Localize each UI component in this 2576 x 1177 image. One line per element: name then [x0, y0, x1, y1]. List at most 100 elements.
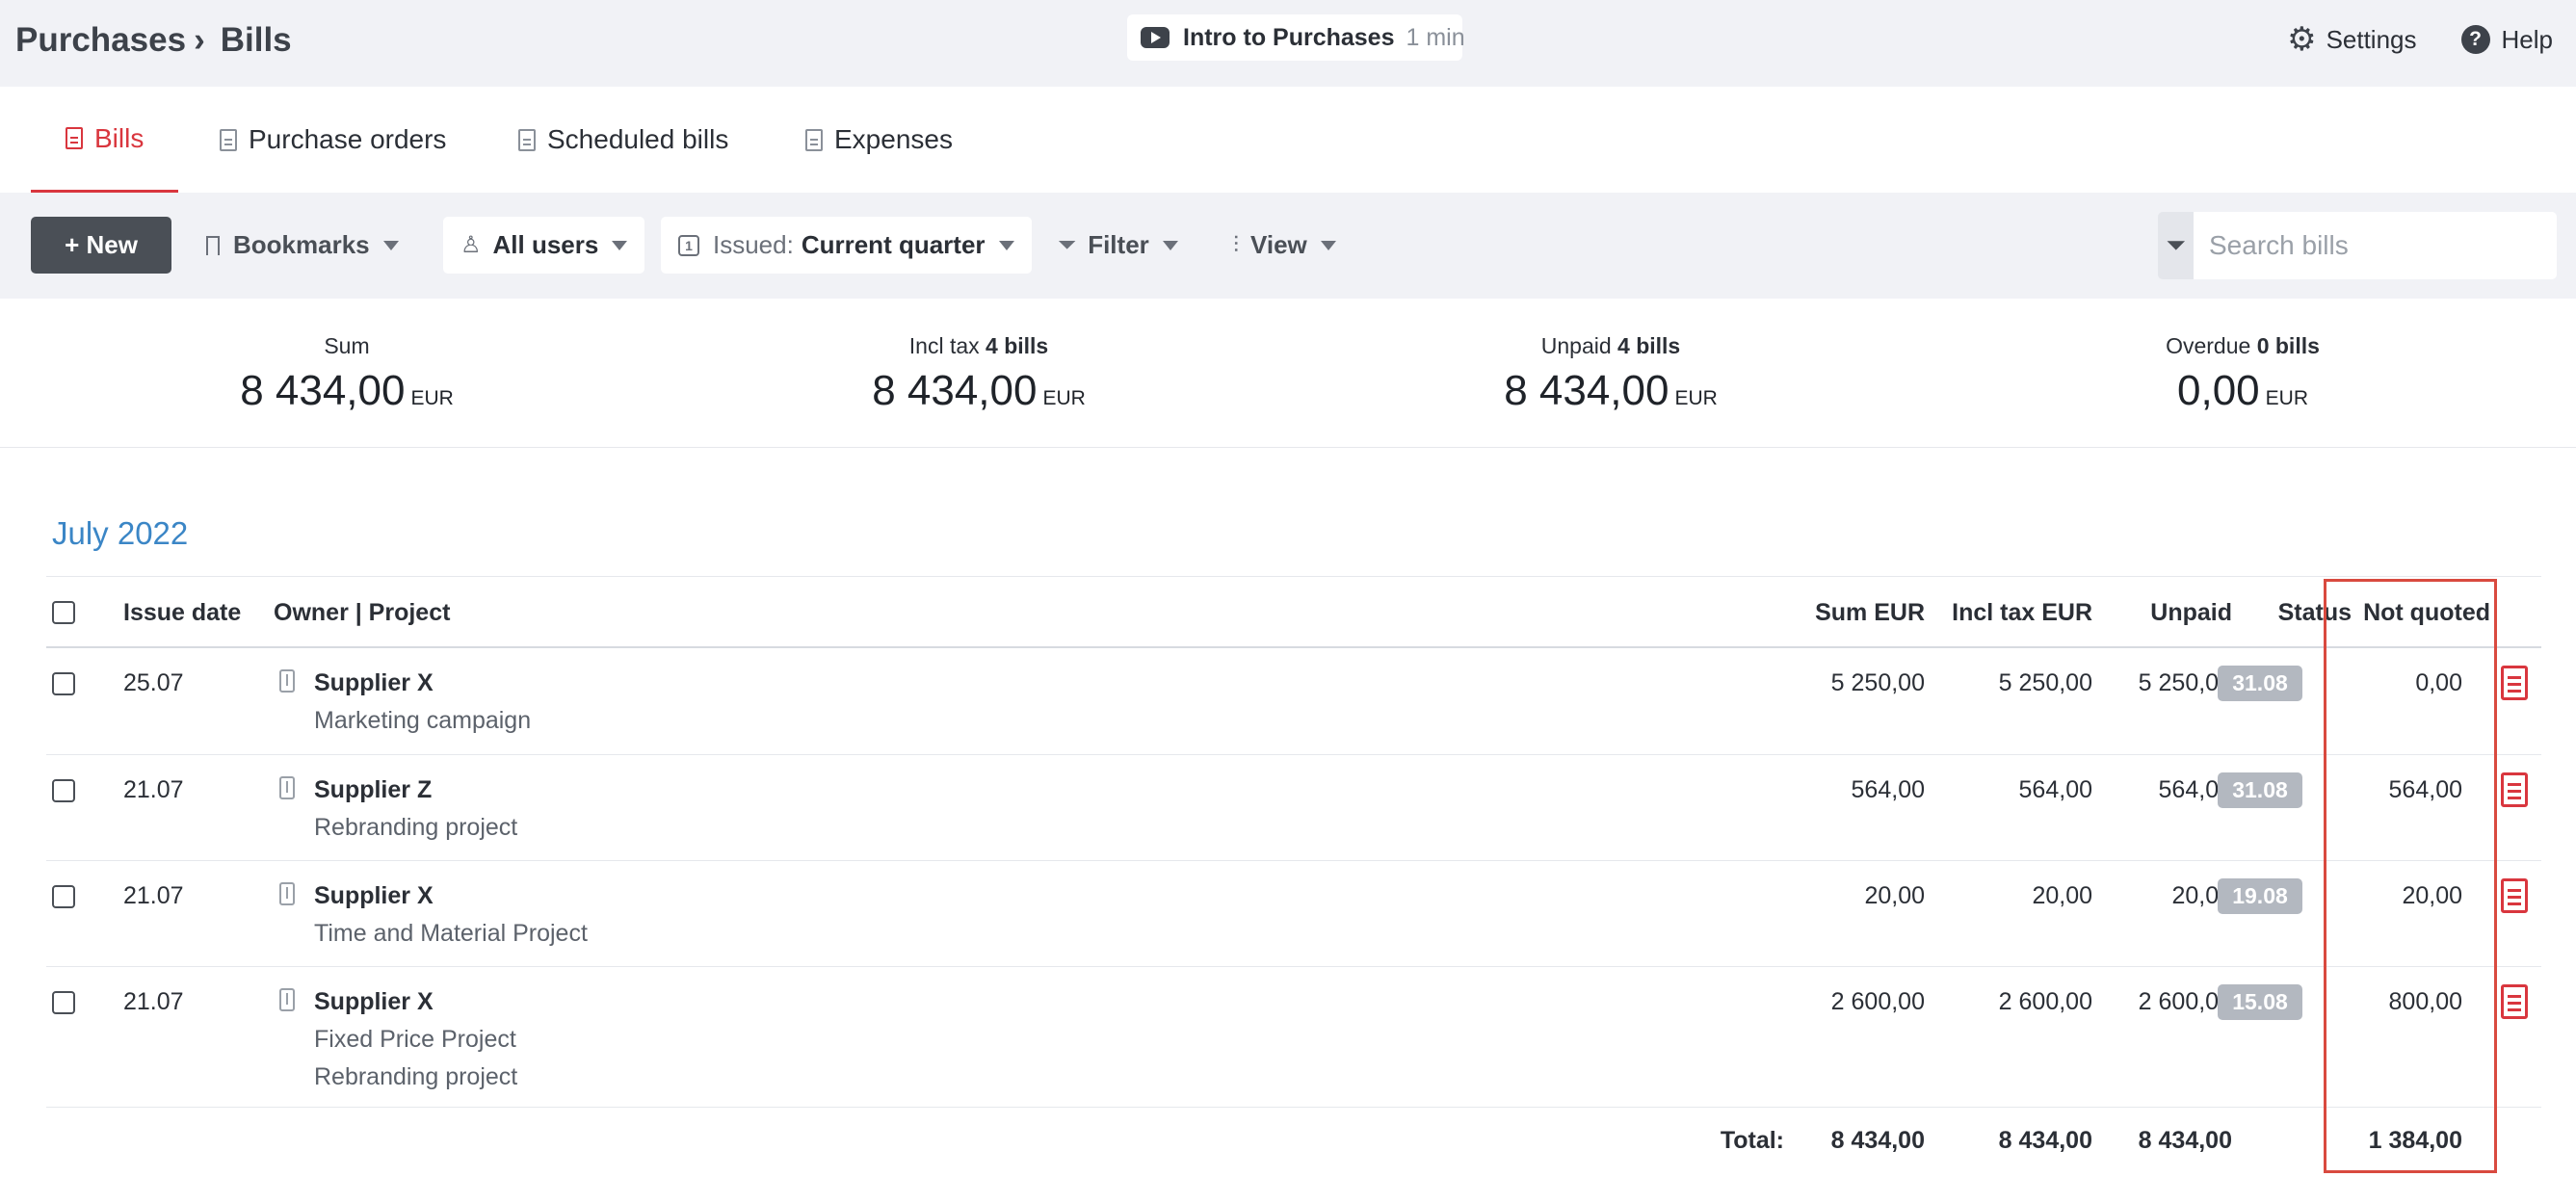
row-checkbox[interactable] [52, 672, 75, 695]
header-not-quoted[interactable]: Not quoted [2363, 599, 2490, 627]
bookmark-icon [206, 235, 220, 255]
summary-currency: EUR [1042, 387, 1086, 409]
project-name[interactable]: Marketing campaign [314, 707, 531, 735]
bill-type-icon [279, 988, 295, 1011]
table-header-row: Issue date Owner | Project Sum EUR Incl … [46, 576, 2541, 648]
table-row[interactable]: 21.07 Supplier X Fixed Price Project Reb… [46, 967, 2541, 1108]
users-dropdown[interactable]: ♙ All users [443, 217, 645, 274]
summary-value: 8 434,00 [1504, 367, 1669, 414]
issue-date: 21.07 [123, 882, 184, 909]
document-icon [66, 127, 83, 149]
table-row[interactable]: 21.07 Supplier Z Rebranding project 564,… [46, 755, 2541, 861]
tab-bar: Bills Purchase orders Scheduled bills Ex… [0, 87, 2576, 193]
issued-value: Current quarter [801, 230, 986, 259]
pdf-icon[interactable] [2501, 666, 2528, 700]
bookmarks-label: Bookmarks [233, 230, 370, 259]
tab-purchase-orders[interactable]: Purchase orders [220, 87, 446, 193]
help-button[interactable]: ? Help [2460, 24, 2553, 55]
bill-type-icon [279, 776, 295, 799]
view-dropdown[interactable]: ⫶ View [1233, 217, 1336, 274]
new-bill-button[interactable]: + New [31, 217, 171, 274]
select-all-checkbox[interactable] [52, 601, 75, 624]
header-status[interactable]: Status [2278, 599, 2352, 627]
tab-bills[interactable]: Bills [31, 87, 179, 193]
top-right-links: ⚙ Settings ? Help [2287, 23, 2553, 56]
filter-icon: ⏷ [1058, 231, 1077, 258]
project-name[interactable]: Rebranding project [314, 814, 517, 842]
issue-date: 21.07 [123, 988, 184, 1015]
owner-project-cell: Supplier X Time and Material Project [314, 882, 588, 948]
summary-sum: Sum 8 434,00 EUR [154, 333, 539, 415]
filter-icon: ⏷ [2166, 230, 2186, 259]
summary-currency: EUR [2265, 387, 2308, 409]
document-icon [220, 128, 237, 151]
settings-label: Settings [2326, 24, 2417, 54]
project-name[interactable]: Time and Material Project [314, 920, 588, 948]
filter-label: Filter [1088, 230, 1149, 259]
bill-type-icon [279, 669, 295, 693]
owner-project-cell: Supplier Z Rebranding project [314, 776, 517, 842]
not-quoted-value: 564,00 [2388, 776, 2462, 803]
header-sum[interactable]: Sum EUR [1815, 599, 1925, 627]
summary-label: Sum [324, 333, 370, 358]
sum-value: 564,00 [1851, 776, 1925, 803]
incl-tax-value: 2 600,00 [1998, 988, 2092, 1015]
summary-count: 4 bills [1617, 333, 1681, 358]
help-label: Help [2501, 24, 2553, 54]
summary-value: 8 434,00 [872, 367, 1038, 414]
pdf-icon[interactable] [2501, 878, 2528, 913]
header-owner-project[interactable]: Owner | Project [274, 599, 450, 627]
project-name[interactable]: Rebranding project [314, 1063, 517, 1091]
intro-duration: 1 min [1406, 23, 1465, 51]
status-badge: 31.08 [2218, 772, 2302, 808]
total-unpaid: 8 434,00 [2138, 1127, 2232, 1154]
owner-project-cell: Supplier X Marketing campaign [314, 669, 531, 735]
chevron-down-icon [382, 240, 399, 250]
row-checkbox[interactable] [52, 885, 75, 908]
settings-button[interactable]: ⚙ Settings [2287, 23, 2416, 56]
project-name[interactable]: Fixed Price Project [314, 1026, 517, 1054]
chevron-down-icon [1320, 240, 1336, 250]
month-heading[interactable]: July 2022 [52, 515, 188, 552]
intro-video-button[interactable]: Intro to Purchases 1 min [1127, 14, 1465, 61]
supplier-name[interactable]: Supplier X [314, 669, 531, 697]
help-icon: ? [2460, 25, 2490, 54]
pdf-icon[interactable] [2501, 984, 2528, 1019]
table-row[interactable]: 25.07 Supplier X Marketing campaign 5 25… [46, 648, 2541, 755]
search-box: ⏷ [2158, 212, 2557, 279]
not-quoted-value: 20,00 [2402, 882, 2462, 909]
table-row[interactable]: 21.07 Supplier X Time and Material Proje… [46, 861, 2541, 967]
breadcrumb-current: Bills [220, 21, 292, 59]
header-incl-tax[interactable]: Incl tax EUR [1952, 599, 2092, 627]
bookmarks-dropdown[interactable]: Bookmarks [206, 217, 399, 274]
issued-period-dropdown[interactable]: 1 Issued: Current quarter [661, 217, 1032, 274]
document-icon [518, 128, 536, 151]
header-issue-date[interactable]: Issue date [123, 599, 241, 627]
header-unpaid[interactable]: Unpaid [2150, 599, 2232, 627]
supplier-name[interactable]: Supplier X [314, 988, 517, 1016]
search-input[interactable] [2194, 212, 2557, 279]
search-filter-button[interactable]: ⏷ [2158, 212, 2194, 279]
chevron-down-icon [612, 240, 628, 250]
row-checkbox[interactable] [52, 991, 75, 1014]
supplier-name[interactable]: Supplier Z [314, 776, 517, 804]
summary-panel: Sum 8 434,00 EUR Incl tax 4 bills 8 434,0… [0, 299, 2576, 448]
status-badge: 31.08 [2218, 666, 2302, 701]
pdf-icon[interactable] [2501, 772, 2528, 807]
row-checkbox[interactable] [52, 779, 75, 802]
chevron-down-icon [998, 240, 1014, 250]
status-badge: 19.08 [2218, 878, 2302, 914]
tab-label: Bills [94, 122, 145, 153]
summary-incl-tax: Incl tax 4 bills 8 434,00 EUR [786, 333, 1171, 415]
filter-dropdown[interactable]: ⏷ Filter [1058, 217, 1178, 274]
bills-table: Issue date Owner | Project Sum EUR Incl … [46, 576, 2541, 1177]
incl-tax-value: 20,00 [2032, 882, 2092, 909]
tab-expenses[interactable]: Expenses [805, 87, 953, 193]
not-quoted-value: 800,00 [2388, 988, 2462, 1015]
gear-icon: ⚙ [2287, 21, 2317, 58]
sum-value: 2 600,00 [1830, 988, 1925, 1015]
tab-scheduled-bills[interactable]: Scheduled bills [518, 87, 728, 193]
supplier-name[interactable]: Supplier X [314, 882, 588, 910]
summary-currency: EUR [410, 387, 454, 409]
breadcrumb-purchases[interactable]: Purchases [15, 21, 186, 60]
